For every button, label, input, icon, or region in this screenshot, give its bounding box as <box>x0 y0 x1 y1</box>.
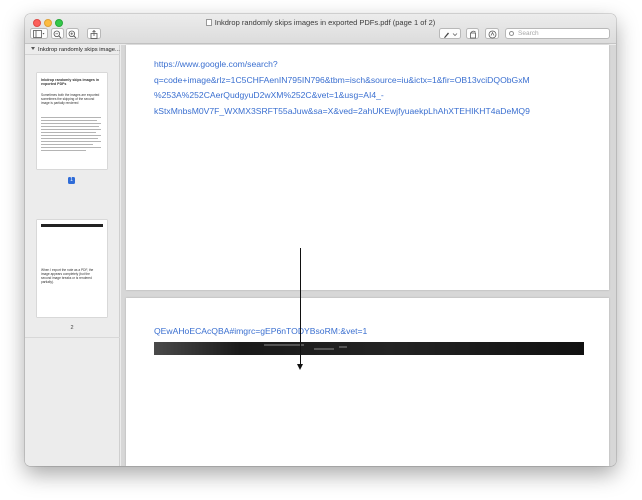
image-glow <box>339 346 347 348</box>
thumbnail-line <box>41 147 101 149</box>
page-thumbnail-2[interactable]: When I export the note as a PDF, the ima… <box>37 220 107 317</box>
zoom-in-button[interactable] <box>66 28 79 39</box>
search-field[interactable]: Search <box>505 28 610 39</box>
thumbnail-line <box>41 126 99 128</box>
thumbnail-line <box>41 117 101 119</box>
partially-rendered-image <box>154 342 584 355</box>
markup-circle-icon <box>488 30 496 38</box>
url-line-4[interactable]: kStxMnbsM0V7F_WXMX3SRFT55aJuw&sa=X&ved=2… <box>154 104 594 120</box>
document-view[interactable]: https://www.google.com/search? q=code+im… <box>121 45 616 466</box>
zoom-out-button[interactable] <box>51 28 64 39</box>
sidebar-toggle-button[interactable] <box>30 28 48 39</box>
share-button[interactable] <box>87 28 101 39</box>
annotation-arrow-head-icon <box>297 364 303 370</box>
thumbnail-2-body: When I export the note as a PDF, the ima… <box>41 268 94 284</box>
markup-pen-button[interactable] <box>439 28 461 39</box>
annotation-arrow-line <box>300 248 302 366</box>
window-title: Inkdrop randomly skips images in exporte… <box>25 18 616 27</box>
page-thumbnail-1[interactable]: Inkdrop randomly skips images in exporte… <box>37 73 107 169</box>
disclosure-triangle-icon[interactable] <box>31 47 35 50</box>
sidebar-divider <box>25 337 120 338</box>
annotate-button[interactable] <box>485 28 499 39</box>
thumbnail-line <box>41 138 98 140</box>
thumbnail-line <box>41 141 101 143</box>
pen-icon <box>444 32 458 38</box>
pdf-page-1: https://www.google.com/search? q=code+im… <box>126 45 609 290</box>
thumbnail-line <box>41 120 97 122</box>
thumbnail-1-title: Inkdrop randomly skips images in exporte… <box>41 78 100 86</box>
thumbnail-sidebar[interactable]: Inkdrop randomly skips image... Inkdrop … <box>25 45 120 466</box>
pdf-document-icon <box>205 19 212 26</box>
sidebar-header-label: Inkdrop randomly skips image... <box>38 47 120 53</box>
url-line-continued[interactable]: QEwAHoECAcQBA#imgrc=gEP6nTODYBsoRM:&vet=… <box>154 324 594 340</box>
title-bar[interactable]: Inkdrop randomly skips images in exporte… <box>25 14 616 44</box>
page1-url-text[interactable]: https://www.google.com/search? q=code+im… <box>154 57 594 119</box>
preview-window: Inkdrop randomly skips images in exporte… <box>25 14 616 466</box>
thumbnail-1-body: Sometimes both the images are exported s… <box>41 93 100 105</box>
thumbnail-line <box>41 150 86 152</box>
url-line-1[interactable]: https://www.google.com/search? <box>154 57 594 73</box>
thumbnail-line <box>41 123 101 125</box>
url-line-2[interactable]: q=code+image&rlz=1C5CHFAenIN795IN796&tbm… <box>154 73 594 89</box>
window-title-text: Inkdrop randomly skips images in exporte… <box>214 18 436 27</box>
sidebar-document-header[interactable]: Inkdrop randomly skips image... <box>25 45 120 55</box>
thumbnail-line <box>41 132 96 134</box>
thumbnail-line <box>41 144 93 146</box>
page2-url-text[interactable]: QEwAHoECAcQBA#imgrc=gEP6nTODYBsoRM:&vet=… <box>154 324 594 340</box>
pdf-page-2: QEwAHoECAcQBA#imgrc=gEP6nTODYBsoRM:&vet=… <box>126 298 609 466</box>
rotate-button[interactable] <box>466 28 479 39</box>
thumbnail-image-strip <box>41 224 103 227</box>
url-line-3[interactable]: %253A%252CAerQudgyuD2wXM%252C&vet=1&usg=… <box>154 88 594 104</box>
image-glow <box>314 348 334 350</box>
zoom-in-icon <box>68 30 77 38</box>
thumbnail-line <box>41 135 101 137</box>
rotate-icon <box>469 30 476 38</box>
thumbnail-line <box>41 129 101 131</box>
zoom-out-icon <box>53 30 62 38</box>
image-glow <box>264 344 304 346</box>
sidebar-icon <box>33 30 45 38</box>
search-placeholder: Search <box>518 30 539 37</box>
thumbnail-2-page-label: 2 <box>70 325 74 331</box>
thumbnail-1-page-label: 1 <box>68 177 75 184</box>
search-icon <box>509 31 514 36</box>
share-icon <box>90 29 98 39</box>
